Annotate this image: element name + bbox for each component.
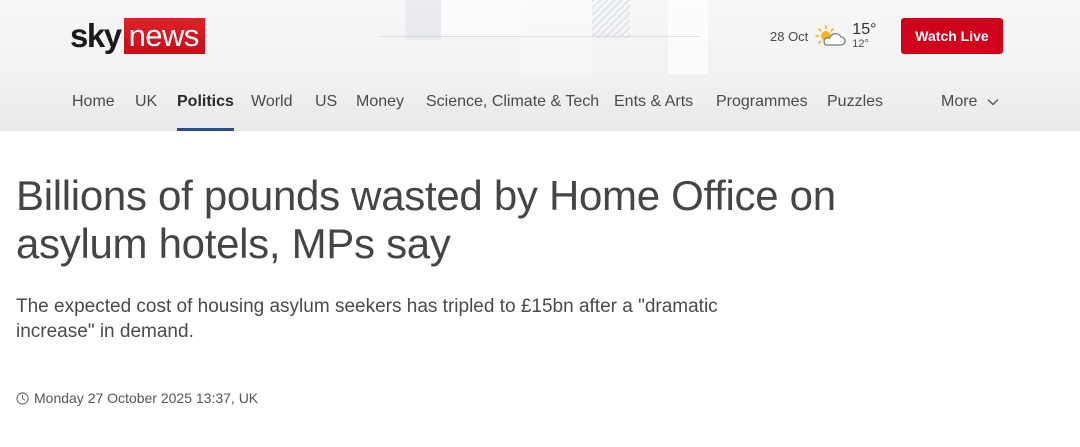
temperature-low: 12° <box>852 38 869 50</box>
watch-live-button[interactable]: Watch Live <box>901 18 1003 54</box>
nav-item-uk[interactable]: UK <box>135 84 157 131</box>
masthead-decoration <box>668 0 708 74</box>
nav-more-button[interactable]: More <box>941 84 999 120</box>
weather-widget[interactable]: 28 Oct 15° 12° <box>770 20 877 52</box>
masthead: sky news 28 Oct 15° 12° Watch Live Home … <box>0 0 1080 131</box>
main-navigation: Home UK Politics World US Money Science,… <box>0 84 1080 131</box>
temperature-high: 15° <box>852 21 877 38</box>
article-dateline: Monday 27 October 2025 13:37, UK <box>16 390 258 406</box>
nav-item-money[interactable]: Money <box>356 84 404 131</box>
article-standfirst: The expected cost of housing asylum seek… <box>16 296 718 342</box>
sky-news-logo[interactable]: sky news <box>70 18 205 54</box>
masthead-decoration <box>520 0 592 74</box>
weather-temperatures: 15° 12° <box>852 22 876 50</box>
masthead-decoration <box>405 0 441 40</box>
masthead-decoration <box>592 0 630 38</box>
logo-news-text: news <box>123 18 205 54</box>
nav-item-world[interactable]: World <box>251 84 293 131</box>
nav-item-puzzles[interactable]: Puzzles <box>827 84 883 131</box>
nav-item-us[interactable]: US <box>315 84 337 131</box>
sun-cloud-icon <box>815 25 846 46</box>
weather-date: 28 Oct <box>770 28 809 44</box>
chevron-down-icon <box>987 99 999 106</box>
clock-icon <box>16 391 29 405</box>
nav-item-home[interactable]: Home <box>72 84 115 131</box>
nav-item-science-climate-tech[interactable]: Science, Climate & Tech <box>426 84 599 131</box>
logo-sky-text: sky <box>70 17 122 54</box>
nav-more-label: More <box>941 93 978 110</box>
masthead-decoration <box>380 36 700 37</box>
nav-item-programmes[interactable]: Programmes <box>716 84 808 131</box>
nav-item-ents-arts[interactable]: Ents & Arts <box>614 84 693 131</box>
nav-item-politics[interactable]: Politics <box>177 84 234 131</box>
article-timestamp: Monday 27 October 2025 13:37, UK <box>34 390 259 406</box>
article-headline: Billions of pounds wasted by Home Office… <box>16 172 836 267</box>
masthead-decoration <box>441 0 521 38</box>
